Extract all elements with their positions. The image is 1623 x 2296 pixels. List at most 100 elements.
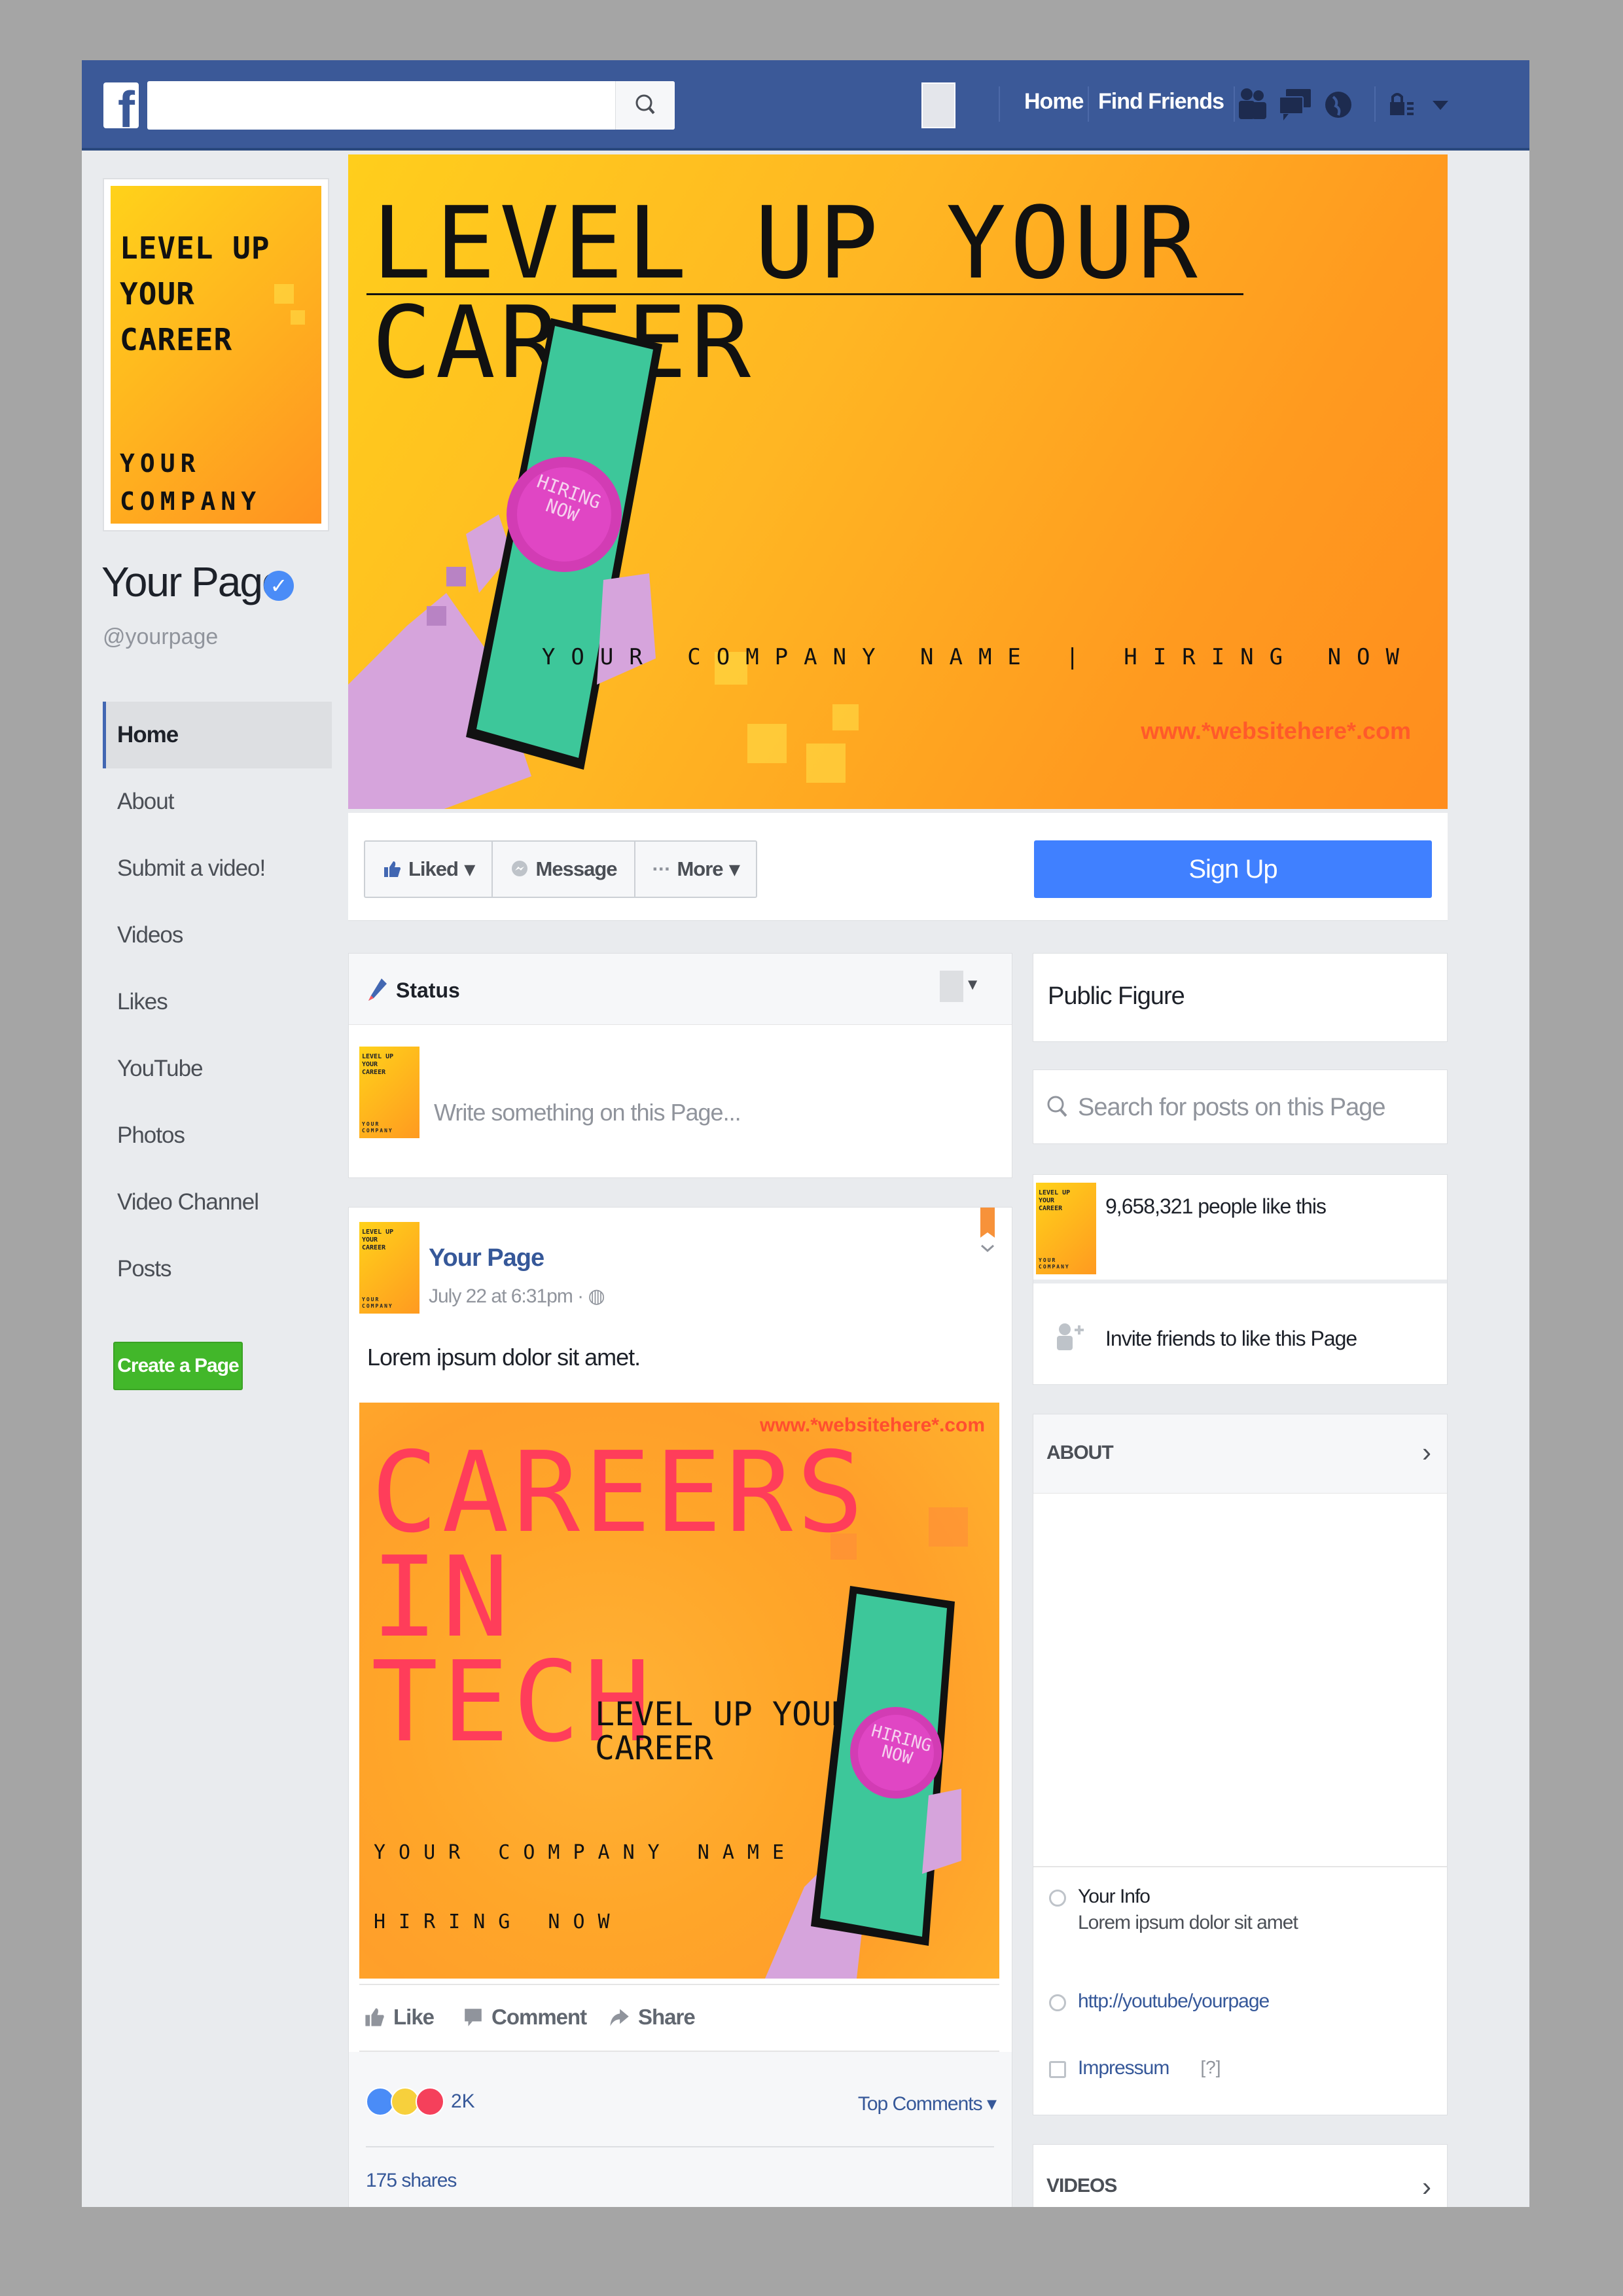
sign-up-button[interactable]: Sign Up (1034, 840, 1432, 898)
post-image[interactable]: www.*websitehere*.com CAREERS IN TECH LE… (359, 1403, 999, 1979)
sidebar-item-home[interactable]: Home (103, 702, 332, 768)
sidebar-item-video-channel[interactable]: Video Channel (103, 1169, 332, 1236)
post-engagement-footer: 2K Top Comments ▾ 175 shares (349, 2052, 1012, 2207)
search-input[interactable] (147, 81, 675, 130)
impressum-link[interactable]: Impressum (1078, 2057, 1169, 2079)
avatar-thumb-company: YOUR COMPANY (362, 1121, 393, 1134)
composer-header: Status ▼ (349, 954, 1012, 1025)
invite-friends-link[interactable]: Invite friends to like this Page (1105, 1327, 1357, 1351)
sidebar-item-about[interactable]: About (103, 768, 332, 835)
sidebar-item-submit-video[interactable]: Submit a video! (103, 835, 332, 902)
status-composer: Status ▼ LEVEL UP YOUR CAREER YOUR COMPA… (348, 953, 1012, 1178)
share-arrow-icon (610, 2009, 629, 2026)
chevron-right-icon: › (1422, 1437, 1431, 1467)
page-likes-count[interactable]: 9,658,321 people like this (1105, 1194, 1327, 1219)
chevron-down-icon: ▾ (986, 2093, 997, 2115)
sidebar-item-videos[interactable]: Videos (103, 902, 332, 969)
profile-picture-company: YOUR COMPANY (120, 449, 262, 516)
cover-website: www.*websitehere*.com (1141, 717, 1411, 744)
invite-friend-icon (1057, 1323, 1084, 1350)
avatar-thumb-company: YOUR COMPANY (362, 1297, 393, 1309)
user-avatar[interactable] (921, 82, 955, 128)
sidebar-item-likes[interactable]: Likes (103, 969, 332, 1035)
post-action-bar: Like Comment Share (359, 1984, 999, 2052)
privacy-shortcuts-icon[interactable] (1387, 85, 1416, 124)
pixel-decoration (747, 724, 787, 763)
top-comments-dropdown[interactable]: Top Comments ▾ (857, 2092, 997, 2115)
avatar-thumb-company: YOUR COMPANY (1039, 1257, 1070, 1270)
videos-card[interactable]: VIDEOS › (1033, 2144, 1448, 2207)
search-button[interactable] (615, 81, 675, 130)
cover-photo[interactable]: LEVEL UP YOUR CAREER HIRING NOW YOUR COM… (348, 154, 1448, 809)
info-row-impressum: Impressum [?] (1049, 2057, 1221, 2079)
notifications-globe-icon[interactable] (1319, 85, 1358, 124)
impressum-help[interactable]: [?] (1200, 2057, 1221, 2078)
love-reaction-icon (416, 2087, 444, 2116)
bookmark-icon[interactable] (978, 1208, 997, 1260)
about-card: ABOUT › Your Info Lorem ipsum dolor sit … (1033, 1414, 1448, 2115)
page-handle[interactable]: @yourpage (103, 624, 218, 650)
post-image-hiring: HIRING NOW (374, 1910, 623, 1933)
page-category[interactable]: Public Figure (1048, 982, 1185, 1011)
reaction-count: 2K (451, 2090, 475, 2112)
pencil-icon (368, 978, 387, 1001)
page-likes-card: LEVEL UP YOUR CAREER YOUR COMPANY 9,658,… (1033, 1174, 1448, 1385)
messenger-icon (511, 861, 527, 876)
share-button-label: Share (638, 2005, 696, 2029)
book-icon (1049, 2061, 1066, 2078)
liked-button[interactable]: Liked ▾ (365, 842, 493, 897)
pixel-decoration (832, 704, 859, 730)
post-author-name[interactable]: Your Page (429, 1244, 544, 1272)
chevron-down-icon: ▾ (464, 857, 475, 880)
info-row-website: http://youtube/yourpage (1049, 1990, 1270, 2013)
status-tab[interactable]: Status (367, 977, 460, 1003)
page-avatar-selector[interactable] (940, 971, 963, 1002)
videos-title: VIDEOS (1046, 2175, 1117, 2197)
profile-picture-art: LEVEL UP YOUR CAREER YOUR COMPANY (111, 186, 321, 524)
composer-input[interactable]: Write something on this Page... (434, 1099, 741, 1126)
search-posts-input[interactable]: Search for posts on this Page (1033, 1069, 1448, 1144)
shares-count-link[interactable]: 175 shares (366, 2170, 457, 2192)
facebook-logo[interactable]: f (103, 82, 139, 128)
pixel-decoration (806, 744, 846, 783)
thumbs-up-icon (365, 2008, 384, 2026)
avatar-thumb-title: LEVEL UP YOUR CAREER (1039, 1189, 1071, 1212)
like-button[interactable]: Like (363, 2005, 435, 2030)
more-button[interactable]: ··· More ▾ (635, 842, 757, 897)
nav-home-link[interactable]: Home (1024, 89, 1084, 115)
sidebar-item-photos[interactable]: Photos (103, 1102, 332, 1169)
top-navigation-bar: f Home Find Friends (82, 60, 1529, 151)
comment-button-label: Comment (491, 2005, 587, 2029)
account-menu-chevron-down-icon[interactable] (1429, 85, 1452, 124)
search-icon (1047, 1096, 1067, 1117)
chevron-down-icon[interactable]: ▼ (965, 976, 980, 994)
thumbs-up-icon (384, 861, 401, 877)
create-page-button[interactable]: Create a Page (113, 1342, 243, 1390)
reaction-summary[interactable]: 2K (366, 2087, 475, 2116)
page-title[interactable]: Your Page (101, 558, 285, 606)
sidebar-item-youtube[interactable]: YouTube (103, 1035, 332, 1102)
comment-button[interactable]: Comment (463, 2005, 587, 2030)
youtube-link[interactable]: http://youtube/yourpage (1078, 1990, 1270, 2013)
post-timestamp[interactable]: July 22 at 6:31pm · ◍ (429, 1285, 605, 1308)
share-button[interactable]: Share (608, 2005, 696, 2030)
sidebar-item-posts[interactable]: Posts (103, 1236, 332, 1302)
divider (1033, 1280, 1447, 1283)
post-text: Lorem ipsum dolor sit amet. (367, 1344, 641, 1371)
page-avatar-thumb: LEVEL UP YOUR CAREER YOUR COMPANY (1036, 1183, 1096, 1274)
hand-holding-phone-illustration (348, 318, 662, 809)
message-button[interactable]: Message (493, 842, 635, 897)
liked-button-label: Liked (408, 857, 459, 880)
profile-picture[interactable]: LEVEL UP YOUR CAREER YOUR COMPANY (103, 178, 329, 531)
about-header[interactable]: ABOUT › (1033, 1414, 1447, 1494)
top-comments-label: Top Comments (857, 2093, 983, 2115)
info-description: Lorem ipsum dolor sit amet (1078, 1912, 1298, 1933)
page-action-bar: Liked ▾ Message ··· More ▾ Sign Up (348, 813, 1448, 921)
verified-badge-icon: ✓ (264, 571, 294, 601)
friend-requests-icon[interactable] (1232, 85, 1272, 124)
chevron-right-icon: › (1422, 2171, 1431, 2202)
chevron-down-icon: ▾ (729, 857, 740, 880)
messages-icon[interactable] (1275, 85, 1315, 124)
post-author-avatar[interactable]: LEVEL UP YOUR CAREER YOUR COMPANY (359, 1222, 419, 1314)
nav-find-friends-link[interactable]: Find Friends (1098, 89, 1224, 115)
